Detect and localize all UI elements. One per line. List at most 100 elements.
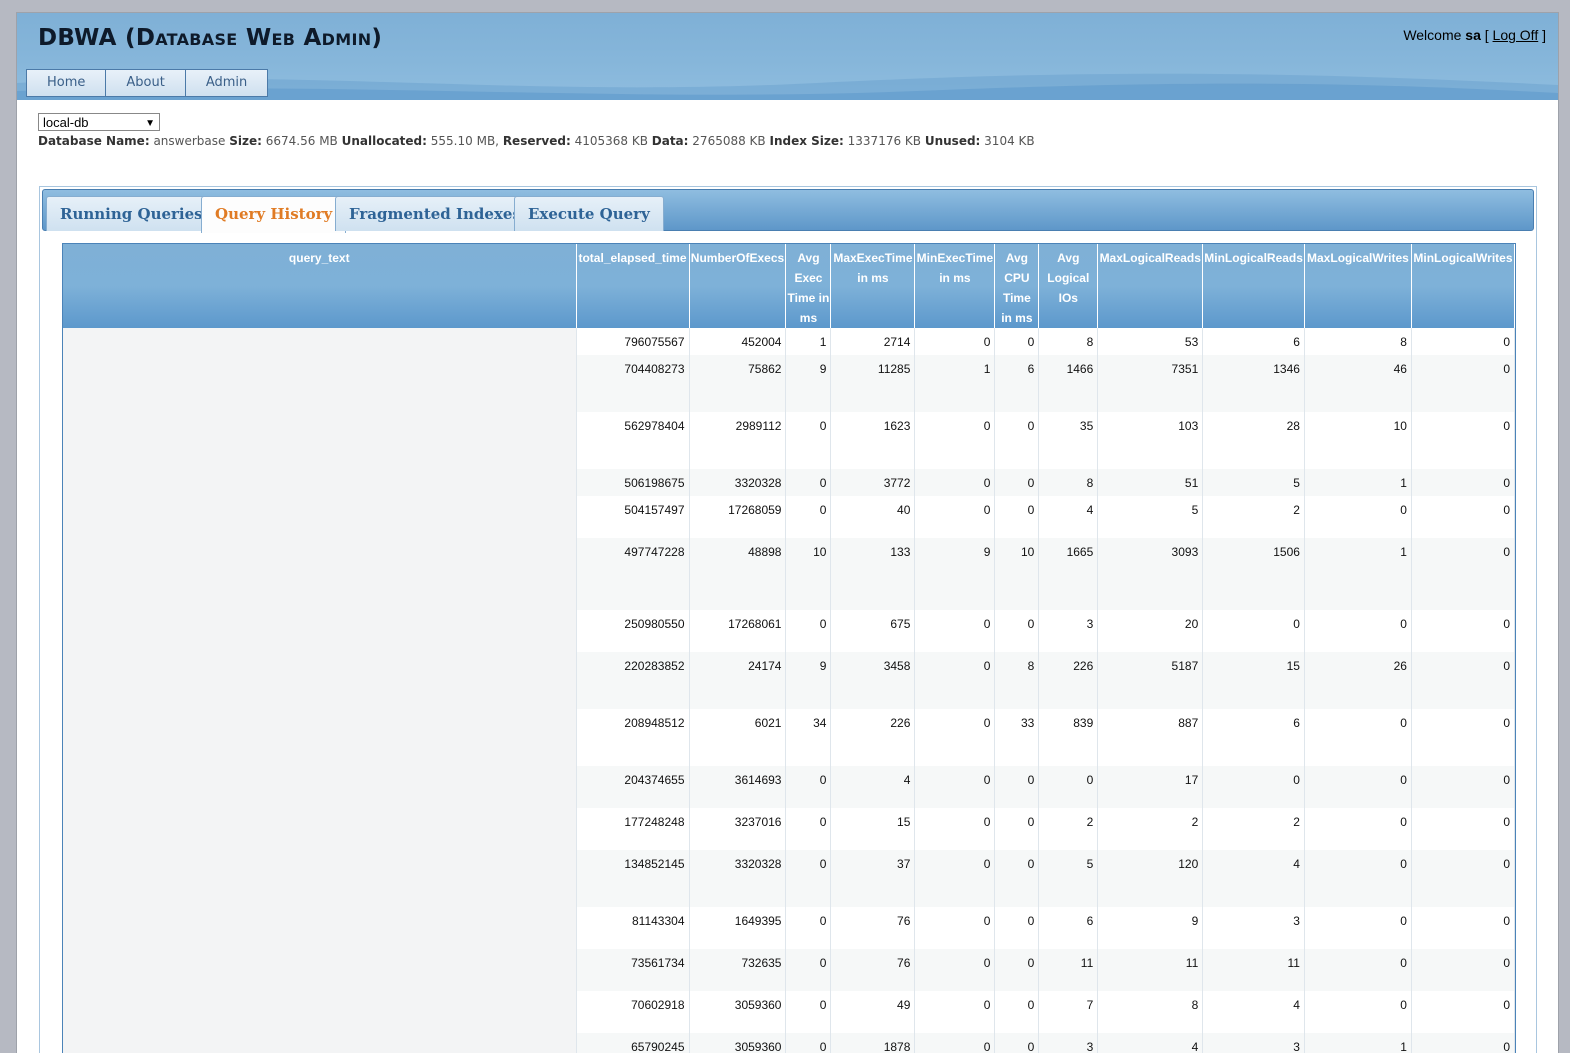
query-text-cell-redacted [63,949,577,991]
username: sa [1465,27,1481,43]
table-cell: 8 [1038,469,1099,496]
table-cell: 3 [1202,907,1305,949]
column-header[interactable]: query_text [63,244,577,328]
table-cell: 49 [830,991,916,1033]
table-cell: 4 [1202,991,1305,1033]
table-cell: 7 [1038,991,1099,1033]
table-row[interactable]: 65790245 3059360 0 1878 0 0 3 4 3 1 0 [63,1033,1515,1053]
table-cell: 11285 [830,355,916,412]
table-cell: 26 [1304,652,1412,709]
query-text-cell-redacted [63,766,577,808]
logoff-link[interactable]: Log Off [1493,27,1539,43]
table-cell: 0 [994,469,1040,496]
column-header[interactable]: Avg Exec Time in ms [785,244,832,328]
table-cell: 0 [785,1033,832,1053]
table-cell: 0 [1411,469,1515,496]
table-cell: 51 [1097,469,1204,496]
table-cell: 1466 [1038,355,1099,412]
column-header[interactable]: Avg CPU Time in ms [994,244,1040,328]
table-row[interactable]: 208948512 6021 34 226 0 33 839 887 6 0 0 [63,709,1515,766]
table-cell: 704408273 [576,355,690,412]
column-header[interactable]: MaxExecTime in ms [830,244,916,328]
table-row[interactable]: 506198675 3320328 0 3772 0 0 8 51 5 1 0 [63,469,1515,496]
table-row[interactable]: 562978404 2989112 0 1623 0 0 35 103 28 10 0 [63,412,1515,469]
table-body: 796075567 452004 1 2714 0 0 8 53 6 8 0 704408273 758… [63,328,1515,1053]
table-cell: 0 [914,991,996,1033]
table-cell: 0 [1202,766,1305,808]
db-index-label: Index Size: [769,134,844,148]
column-header[interactable]: MinExecTime in ms [914,244,996,328]
table-cell: 15 [1202,652,1305,709]
table-cell: 1346 [1202,355,1305,412]
column-header[interactable]: total_elapsed_time [576,244,690,328]
menu-item-about[interactable]: About [105,69,186,97]
table-cell: 10 [1304,412,1412,469]
db-reserved-label: Reserved: [502,134,571,148]
database-select-value: local-db [43,115,89,130]
db-data-label: Data: [651,134,689,148]
tab-fragmented-indexes[interactable]: Fragmented Indexes [335,196,535,231]
column-header[interactable]: MinLogicalReads [1202,244,1305,328]
table-cell: 497747228 [576,538,690,610]
table-row[interactable]: 220283852 24174 9 3458 0 8 226 5187 15 26 0 [63,652,1515,709]
table-cell: 0 [1304,610,1412,652]
table-cell: 76 [830,907,916,949]
table-cell: 0 [1411,610,1515,652]
table-cell: 15 [830,808,916,850]
column-header[interactable]: Avg Logical IOs [1038,244,1099,328]
table-cell: 0 [1304,496,1412,538]
table-cell: 81143304 [576,907,690,949]
table-cell: 0 [1202,610,1305,652]
table-row[interactable]: 504157497 17268059 0 40 0 0 4 5 2 0 0 [63,496,1515,538]
table-cell: 9 [914,538,996,610]
table-row[interactable]: 81143304 1649395 0 76 0 0 6 9 3 0 0 [63,907,1515,949]
chevron-down-icon: ▼ [145,118,155,129]
table-cell: 226 [830,709,916,766]
column-header[interactable]: MaxLogicalWrites [1304,244,1412,328]
table-cell: 0 [914,709,996,766]
column-header[interactable]: NumberOfExecs [689,244,787,328]
table-cell: 17 [1097,766,1204,808]
db-name-value: answerbase [153,134,226,148]
table-cell: 0 [994,850,1040,907]
table-row[interactable]: 134852145 3320328 0 37 0 0 5 120 4 0 0 [63,850,1515,907]
table-cell: 33 [994,709,1040,766]
column-header[interactable]: MaxLogicalReads [1097,244,1204,328]
table-cell: 133 [830,538,916,610]
table-cell: 0 [1304,991,1412,1033]
table-cell: 562978404 [576,412,690,469]
bracket-close: ] [1542,27,1546,43]
table-cell: 0 [1411,328,1515,355]
table-row[interactable]: 204374655 3614693 0 4 0 0 0 17 0 0 0 [63,766,1515,808]
table-row[interactable]: 250980550 17268061 0 675 0 0 3 20 0 0 0 [63,610,1515,652]
table-cell: 0 [994,496,1040,538]
query-text-cell-redacted [63,652,577,709]
table-cell: 0 [785,850,832,907]
table-row[interactable]: 73561734 732635 0 76 0 0 11 11 11 0 0 [63,949,1515,991]
table-cell: 0 [785,949,832,991]
table-cell: 0 [994,610,1040,652]
column-header[interactable]: MinLogicalWrites [1411,244,1515,328]
bracket-open: [ [1484,27,1489,43]
table-cell: 204374655 [576,766,690,808]
table-cell: 3 [1202,1033,1305,1053]
tab-running-queries[interactable]: Running Queries [46,196,217,231]
database-select[interactable]: local-db ▼ [38,113,160,131]
table-cell: 3772 [830,469,916,496]
table-row[interactable]: 497747228 48898 10 133 9 10 1665 3093 1506 1 0 [63,538,1515,610]
table-cell: 0 [785,412,832,469]
menu-item-home[interactable]: Home [26,69,107,97]
menu-item-admin[interactable]: Admin [184,69,269,97]
tab-execute-query[interactable]: Execute Query [514,196,664,231]
table-cell: 1 [785,328,832,355]
table-cell: 0 [914,496,996,538]
table-row[interactable]: 796075567 452004 1 2714 0 0 8 53 6 8 0 [63,328,1515,355]
table-cell: 220283852 [576,652,690,709]
db-data-value: 2765088 KB [692,134,766,148]
table-cell: 8 [994,652,1040,709]
table-row[interactable]: 70602918 3059360 0 49 0 0 7 8 4 0 0 [63,991,1515,1033]
db-unused-label: Unused: [924,134,981,148]
table-row[interactable]: 177248248 3237016 0 15 0 0 2 2 2 0 0 [63,808,1515,850]
tab-query-history[interactable]: Query History [201,196,347,233]
table-row[interactable]: 704408273 75862 9 11285 1 6 1466 7351 1346 46 0 [63,355,1515,412]
